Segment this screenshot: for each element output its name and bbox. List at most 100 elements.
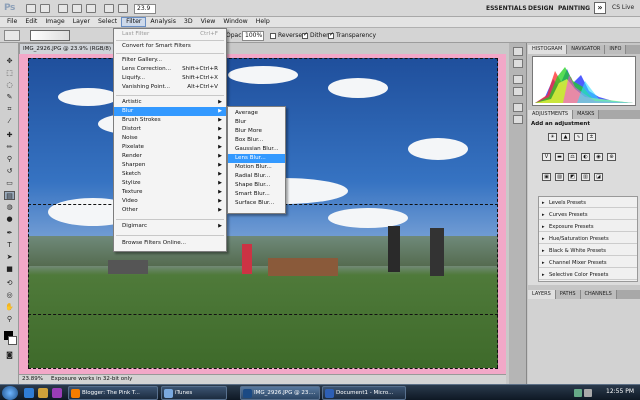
brush-tool-icon[interactable]: ✏ — [4, 143, 15, 152]
menu-item-brush-strokes[interactable]: Brush Strokes ▶ — [114, 116, 226, 125]
menu-item-browse-filters-online[interactable]: Browse Filters Online... — [114, 239, 226, 248]
menu-item-render[interactable]: Render ▶ — [114, 152, 226, 161]
taskbar-itunes-button[interactable]: iTunes — [161, 386, 227, 400]
tab-masks[interactable]: MASKS — [573, 110, 600, 119]
menu-item-last-filter[interactable]: Last Filter Ctrl+F — [114, 30, 226, 39]
tab-histogram[interactable]: HISTOGRAM — [528, 45, 568, 54]
photo-filter-icon[interactable]: ◉ — [594, 153, 603, 161]
taskbar-word-button[interactable]: Document1 - Micro... — [322, 386, 406, 400]
reverse-checkbox[interactable] — [270, 33, 276, 39]
menu-item-other[interactable]: Other ▶ — [114, 206, 226, 215]
eraser-tool-icon[interactable]: ▭ — [4, 179, 15, 188]
quick-launch-explorer-icon[interactable] — [38, 388, 48, 398]
clone-source-panel-icon[interactable] — [513, 87, 523, 96]
taskbar-photoshop-button[interactable]: IMG_2926.JPG @ 23.... — [240, 386, 320, 400]
tab-layers[interactable]: LAYERS — [528, 290, 556, 299]
blur-tool-icon[interactable]: ◍ — [4, 203, 15, 212]
actions-panel-icon[interactable] — [513, 59, 523, 68]
tab-adjustments[interactable]: ADJUSTMENTS — [528, 110, 574, 119]
brush-panel-icon[interactable] — [513, 75, 523, 84]
menu-file[interactable]: File — [3, 17, 21, 27]
menu-item-sketch[interactable]: Sketch ▶ — [114, 170, 226, 179]
3d-orbit-tool-icon[interactable]: ◎ — [4, 291, 15, 300]
menu-window[interactable]: Window — [219, 17, 251, 27]
quick-launch-ie-icon[interactable] — [24, 388, 34, 398]
hand-tool-panel-icon[interactable]: ✋ — [4, 303, 15, 312]
lasso-tool-icon[interactable]: ◌ — [4, 81, 15, 90]
blur-item-motion-blur[interactable]: Motion Blur... — [228, 163, 285, 172]
preset-hue-saturation[interactable]: Hue/Saturation Presets — [539, 235, 637, 244]
workspace-design[interactable]: DESIGN — [528, 3, 554, 14]
zoom-status[interactable]: 23.89% — [22, 376, 43, 382]
menu-item-digimarc[interactable]: Digimarc ▶ — [114, 222, 226, 231]
menu-item-texture[interactable]: Texture ▶ — [114, 188, 226, 197]
threshold-icon[interactable]: ◩ — [568, 173, 577, 181]
gradient-map-icon[interactable]: ▥ — [581, 173, 590, 181]
menu-item-stylize[interactable]: Stylize ▶ — [114, 179, 226, 188]
healing-brush-tool-icon[interactable]: ✚ — [4, 131, 15, 140]
paragraph-panel-icon[interactable] — [513, 115, 523, 124]
workspace-essentials[interactable]: ESSENTIALS — [486, 3, 527, 14]
quick-launch-media-icon[interactable] — [52, 388, 62, 398]
blur-item-gaussian-blur[interactable]: Gaussian Blur... — [228, 145, 285, 154]
preset-black-white[interactable]: Black & White Presets — [539, 247, 637, 256]
menu-item-lens-correction[interactable]: Lens Correction... Shift+Ctrl+R — [114, 65, 226, 74]
menu-edit[interactable]: Edit — [21, 17, 41, 27]
zoom-level-field[interactable]: 23.9 — [134, 4, 156, 14]
menu-3d[interactable]: 3D — [180, 17, 197, 27]
marquee-tool-icon[interactable]: ⬚ — [4, 69, 15, 78]
history-brush-tool-icon[interactable]: ↺ — [4, 167, 15, 176]
preset-selective-color[interactable]: Selective Color Presets — [539, 271, 637, 280]
preset-levels[interactable]: Levels Presets — [539, 199, 637, 208]
clone-stamp-tool-icon[interactable]: ⚲ — [4, 155, 15, 164]
transparency-checkbox[interactable] — [328, 31, 334, 39]
gradient-picker[interactable] — [30, 30, 70, 41]
levels-icon[interactable]: ▲ — [561, 133, 570, 141]
rotate-view-icon[interactable] — [86, 4, 96, 13]
menu-item-filter-gallery[interactable]: Filter Gallery... — [114, 56, 226, 65]
gradient-tool-icon[interactable]: ▤ — [4, 191, 15, 200]
tab-paths[interactable]: PATHS — [555, 290, 581, 299]
menu-item-pixelate[interactable]: Pixelate ▶ — [114, 143, 226, 152]
move-tool-icon[interactable]: ✥ — [4, 57, 15, 66]
hue-saturation-icon[interactable]: ▬ — [555, 153, 564, 161]
black-white-icon[interactable]: ◐ — [581, 153, 590, 161]
tab-navigator[interactable]: NAVIGATOR — [567, 45, 606, 54]
3d-rotate-tool-icon[interactable]: ⟲ — [4, 279, 15, 288]
taskbar-clock[interactable]: 12:55 PM — [606, 388, 634, 395]
curves-icon[interactable]: ∿ — [574, 133, 583, 141]
mini-bridge-icon[interactable] — [40, 4, 50, 13]
pen-tool-icon[interactable]: ✒ — [4, 229, 15, 238]
blur-item-lens-blur[interactable]: Lens Blur... — [228, 154, 285, 163]
taskbar-blogger-button[interactable]: Blogger: The Pink T... — [68, 386, 158, 400]
eyedropper-tool-icon[interactable]: ⁄ — [4, 117, 15, 126]
quick-mask-icon[interactable]: ◙ — [4, 351, 15, 360]
menu-item-liquify[interactable]: Liquify... Shift+Ctrl+X — [114, 74, 226, 83]
blur-item-blur-more[interactable]: Blur More — [228, 127, 285, 136]
dodge-tool-icon[interactable]: ● — [4, 215, 15, 224]
screen-mode-icon[interactable] — [118, 4, 128, 13]
preset-exposure[interactable]: Exposure Presets — [539, 223, 637, 232]
cs-live-button[interactable]: CS Live — [612, 4, 634, 11]
preset-channel-mixer[interactable]: Channel Mixer Presets — [539, 259, 637, 268]
volume-icon[interactable] — [584, 389, 592, 397]
document-tab[interactable]: IMG_2926.JPG @ 23.9% (RGB/8) — [19, 43, 119, 54]
blur-item-radial-blur[interactable]: Radial Blur... — [228, 172, 285, 181]
shape-tool-icon[interactable]: ■ — [4, 265, 15, 274]
dither-checkbox[interactable] — [302, 31, 308, 39]
network-icon[interactable] — [574, 389, 582, 397]
menu-item-convert-smart-filters[interactable]: Convert for Smart Filters — [114, 42, 226, 51]
zoom-tool-icon[interactable]: ⚲ — [4, 315, 15, 324]
opacity-field[interactable]: 100% — [242, 31, 264, 41]
menu-image[interactable]: Image — [41, 17, 68, 27]
character-panel-icon[interactable] — [513, 103, 523, 112]
blur-item-smart-blur[interactable]: Smart Blur... — [228, 190, 285, 199]
exposure-icon[interactable]: ± — [587, 133, 596, 141]
menu-item-vanishing-point[interactable]: Vanishing Point... Alt+Ctrl+V — [114, 83, 226, 92]
blur-item-surface-blur[interactable]: Surface Blur... — [228, 199, 285, 208]
menu-layer[interactable]: Layer — [69, 17, 94, 27]
menu-item-sharpen[interactable]: Sharpen ▶ — [114, 161, 226, 170]
preset-curves[interactable]: Curves Presets — [539, 211, 637, 220]
selective-color-icon[interactable]: ◪ — [594, 173, 603, 181]
menu-select[interactable]: Select — [94, 17, 121, 27]
